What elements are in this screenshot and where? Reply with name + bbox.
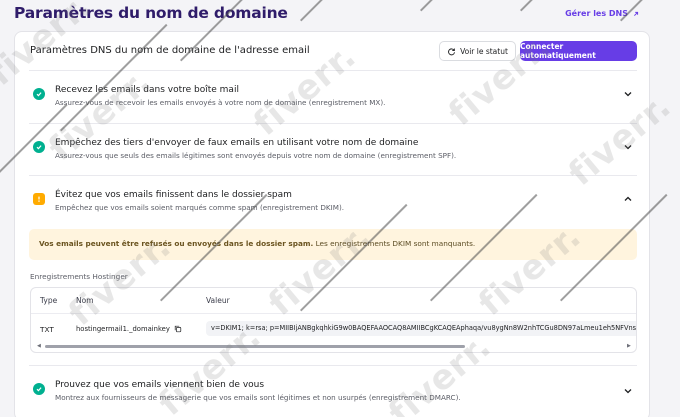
record-name-text: hostingermail1._domainkey (76, 325, 170, 333)
dns-records-table: Type Nom Valeur TXT hostingermail1._doma… (30, 287, 637, 353)
row-description: Montrez aux fournisseurs de messagerie q… (55, 393, 461, 402)
chevron-down-icon[interactable] (623, 89, 633, 99)
row-title: Évitez que vos emails finissent dans le … (55, 190, 292, 200)
row-description: Assurez-vous de recevoir les emails envo… (55, 98, 386, 107)
column-header-name: Nom (76, 296, 94, 305)
dns-settings-card: Paramètres DNS du nom de domaine de l'ad… (14, 31, 650, 417)
divider (29, 70, 637, 71)
divider (29, 365, 637, 366)
alert-text: Vos emails peuvent être refusés ou envoy… (39, 239, 475, 248)
copy-icon[interactable] (174, 325, 182, 333)
spf-record-row[interactable]: Empêchez des tiers d'envoyer de faux ema… (29, 130, 637, 170)
chevron-up-icon[interactable] (623, 194, 633, 204)
refresh-icon (448, 47, 456, 55)
column-header-value: Valeur (206, 296, 230, 305)
row-title: Empêchez des tiers d'envoyer de faux ema… (55, 138, 419, 148)
page-title: Paramètres du nom de domaine (14, 4, 288, 22)
manage-dns-link[interactable]: Gérer les DNS (565, 9, 640, 18)
dkim-warning-alert: Vos emails peuvent être refusés ou envoy… (29, 229, 637, 260)
scroll-right-icon[interactable]: ▶ (627, 344, 632, 349)
scrollbar-thumb[interactable] (45, 345, 465, 348)
column-header-type: Type (40, 296, 58, 305)
dmarc-record-row[interactable]: Prouvez que vos emails viennent bien de … (29, 372, 637, 412)
view-status-label: Voir le statut (460, 46, 508, 56)
check-circle-icon (33, 88, 45, 100)
check-circle-icon (33, 383, 45, 395)
dkim-record-row[interactable]: Évitez que vos emails finissent dans le … (29, 182, 637, 222)
divider (29, 123, 637, 124)
horizontal-scrollbar[interactable]: ◀ ▶ (37, 344, 632, 349)
view-status-button[interactable]: Voir le statut (439, 41, 516, 61)
check-circle-icon (33, 141, 45, 153)
row-title: Prouvez que vos emails viennent bien de … (55, 380, 265, 390)
record-value[interactable]: v=DKIM1; k=rsa; p=MIIBIjANBgkqhkiG9w0BAQ… (206, 321, 636, 336)
chevron-down-icon[interactable] (623, 142, 633, 152)
record-type: TXT (40, 325, 54, 334)
mx-record-row[interactable]: Recevez les emails dans votre boîte mail… (29, 77, 637, 117)
chevron-down-icon[interactable] (623, 386, 633, 396)
warning-icon (33, 193, 45, 205)
row-description: Assurez-vous que seuls des emails légiti… (55, 151, 457, 160)
alert-rest-text: Les enregistrements DKIM sont manquants. (313, 239, 476, 248)
external-arrow-icon (634, 11, 639, 16)
records-label: Enregistrements Hostinger (30, 272, 128, 281)
manage-dns-label: Gérer les DNS (565, 9, 628, 18)
card-title: Paramètres DNS du nom de domaine de l'ad… (30, 45, 310, 56)
row-title: Recevez les emails dans votre boîte mail (55, 85, 239, 95)
page-header: Paramètres du nom de domaine Gérer les D… (0, 0, 680, 30)
divider (29, 175, 637, 176)
record-name[interactable]: hostingermail1._domainkey (72, 322, 186, 336)
connect-automatically-button[interactable]: Connecter automatiquement (520, 41, 637, 61)
table-header-divider (31, 313, 636, 314)
scroll-left-icon[interactable]: ◀ (37, 344, 42, 349)
row-description: Empêchez que vos emails soient marqués c… (55, 203, 345, 212)
alert-bold-text: Vos emails peuvent être refusés ou envoy… (39, 239, 314, 248)
